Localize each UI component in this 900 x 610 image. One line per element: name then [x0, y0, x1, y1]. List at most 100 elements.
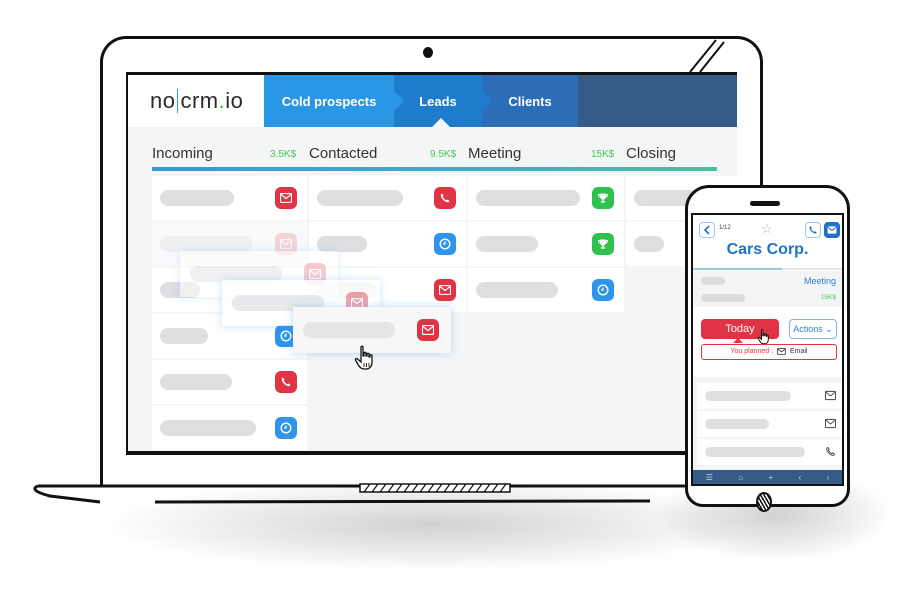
- activity-placeholder: [705, 447, 805, 457]
- lead-name-placeholder: [160, 374, 232, 390]
- info-row: 15K$: [693, 290, 842, 306]
- activity-list: [693, 377, 842, 473]
- tab-clients[interactable]: Clients: [482, 75, 578, 127]
- laptop-base: [30, 478, 710, 504]
- trophy-icon[interactable]: [592, 187, 614, 209]
- lead-progress-fill: [693, 268, 783, 270]
- tab-label: Leads: [419, 93, 457, 109]
- next-icon[interactable]: ›: [827, 473, 830, 482]
- star-icon[interactable]: ☆: [761, 221, 773, 237]
- add-icon[interactable]: +: [768, 473, 773, 482]
- column-header-closing: Closing: [626, 139, 737, 167]
- logo-text-no: no: [150, 88, 176, 113]
- tab-label: Cold prospects: [281, 93, 377, 109]
- home-icon[interactable]: ⌂: [738, 473, 743, 482]
- lead-info: Meeting 15K$: [693, 271, 842, 307]
- lead-progress-bar: [693, 268, 842, 270]
- lead-amount: 15K$: [820, 294, 836, 301]
- back-button[interactable]: [699, 222, 715, 238]
- column-header-contacted: Contacted 9.5K$: [309, 139, 459, 167]
- column-headers: Incoming 3.5K$ Contacted 9.5K$ Meeting 1…: [152, 139, 717, 169]
- lead-name-placeholder: [317, 236, 367, 252]
- lead-name-placeholder: [476, 282, 558, 298]
- column-title: Meeting: [468, 145, 522, 162]
- lead-card[interactable]: [152, 176, 307, 220]
- column-title: Incoming: [152, 145, 213, 162]
- lead-name-placeholder: [317, 190, 403, 206]
- chevron-right-icon: [482, 91, 492, 111]
- field-placeholder: [701, 277, 725, 285]
- previous-icon[interactable]: ‹: [799, 473, 802, 482]
- email-icon[interactable]: [434, 279, 456, 301]
- clock-icon[interactable]: [275, 417, 297, 439]
- activity-item[interactable]: [697, 439, 842, 465]
- clock-icon[interactable]: [434, 233, 456, 255]
- actions-dropdown[interactable]: Actions ⌄: [789, 319, 837, 339]
- email-icon: [825, 418, 836, 429]
- laptop-screen: no crm. io Cold prospects Leads Clients In…: [126, 72, 737, 455]
- clock-icon[interactable]: [592, 279, 614, 301]
- trophy-icon[interactable]: [592, 233, 614, 255]
- email-icon[interactable]: [275, 187, 297, 209]
- mobile-lead-header: 1/12 ☆ Cars Corp.: [693, 215, 842, 271]
- activity-item[interactable]: [697, 411, 842, 437]
- email-icon: [825, 390, 836, 401]
- lead-actions: Today Actions ⌄ You planned : Email: [693, 307, 842, 377]
- lead-stage: Meeting: [803, 276, 836, 286]
- activity-placeholder: [705, 391, 791, 401]
- lead-name-placeholder: [160, 190, 234, 206]
- column-amount: 3.5K$: [270, 149, 297, 160]
- call-button[interactable]: [805, 222, 821, 238]
- header-filler: [578, 75, 737, 127]
- chevron-down-icon: ⌄: [822, 324, 833, 334]
- logo-dot: .: [218, 88, 226, 113]
- phone-icon[interactable]: [275, 371, 297, 393]
- column-amount: 9.5K$: [430, 149, 457, 160]
- lead-name-placeholder: [476, 190, 580, 206]
- column-header-incoming: Incoming 3.5K$: [152, 139, 302, 167]
- logo-text-io: io: [225, 88, 244, 113]
- lead-card[interactable]: [468, 268, 624, 312]
- bottom-nav: ☰ ⌂ + ‹ ›: [693, 470, 842, 484]
- activity-item[interactable]: [697, 383, 842, 409]
- logo-text-crm: crm: [180, 88, 219, 113]
- lead-card[interactable]: [152, 406, 307, 450]
- lead-name-placeholder: [160, 236, 252, 252]
- lead-name-placeholder: [303, 322, 395, 338]
- hand-cursor-icon: [354, 345, 373, 370]
- column-amount: 15K$: [591, 149, 615, 160]
- email-button[interactable]: [824, 222, 840, 238]
- activity-placeholder: [705, 419, 769, 429]
- phone-icon[interactable]: [434, 187, 456, 209]
- chevron-right-icon: [394, 91, 404, 111]
- column-title: Contacted: [309, 145, 378, 162]
- hand-cursor-icon: [757, 329, 769, 345]
- lead-card[interactable]: [468, 176, 624, 220]
- tab-cold-prospects[interactable]: Cold prospects: [264, 75, 404, 127]
- column-header-meeting: Meeting 15K$: [468, 139, 618, 167]
- actions-label: Actions: [793, 324, 823, 334]
- planned-action-box: You planned : Email: [701, 344, 837, 360]
- lead-title: Cars Corp.: [726, 241, 809, 258]
- tab-label: Clients: [508, 93, 552, 109]
- phone-home-button: [756, 492, 772, 512]
- phone-screen: 1/12 ☆ Cars Corp. Meeting 15K$ Today Act…: [691, 213, 844, 486]
- phone-speaker: [750, 201, 780, 206]
- planned-value: Email: [789, 348, 808, 355]
- lead-card[interactable]: [468, 222, 624, 266]
- lead-counter: 1/12: [719, 225, 731, 231]
- lead-name-placeholder: [160, 328, 208, 344]
- menu-icon[interactable]: ☰: [706, 473, 713, 482]
- logo[interactable]: no crm. io: [128, 75, 264, 127]
- email-icon[interactable]: [417, 319, 439, 341]
- lead-name-placeholder: [476, 236, 538, 252]
- lead-name-placeholder: [634, 236, 664, 252]
- today-caret: [733, 338, 743, 343]
- email-icon: [827, 226, 837, 234]
- info-row: Meeting: [693, 273, 842, 289]
- webcam-icon: [423, 47, 433, 58]
- tab-leads[interactable]: Leads: [394, 75, 492, 127]
- lead-card[interactable]: [152, 360, 307, 404]
- lead-card[interactable]: [309, 176, 466, 220]
- reflection-lines: [689, 39, 725, 73]
